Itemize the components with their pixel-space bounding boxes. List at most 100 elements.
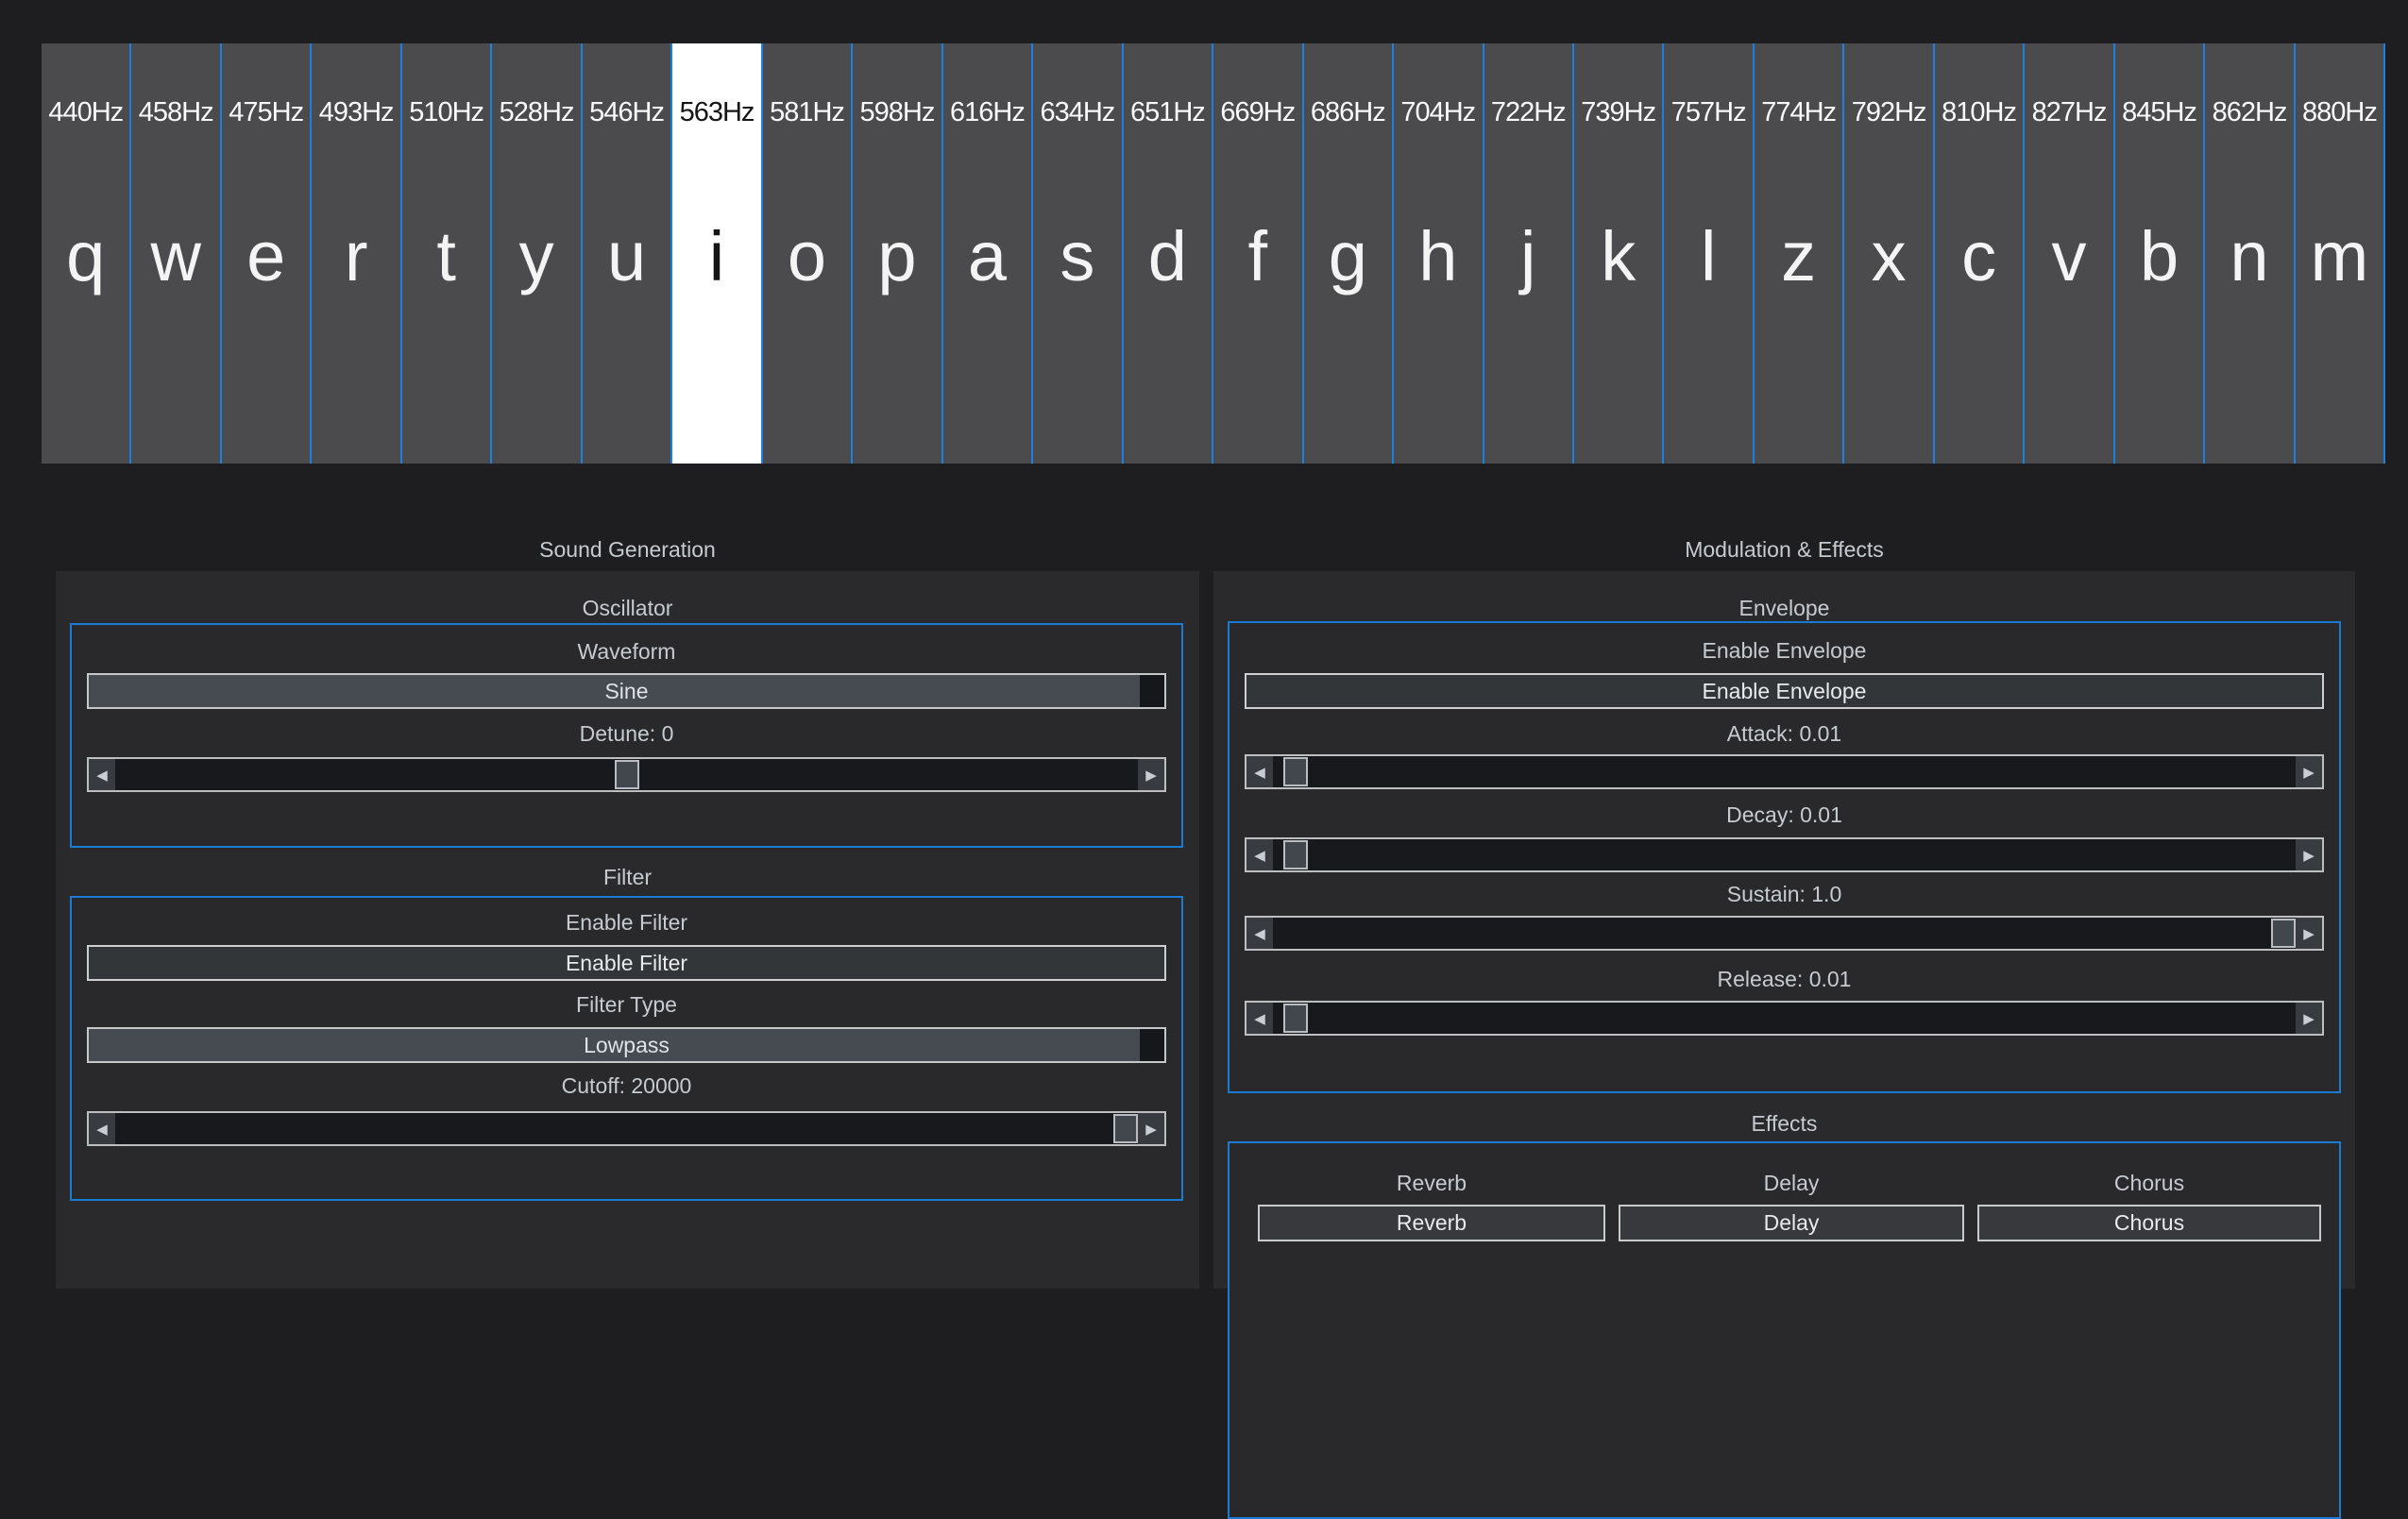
enable-filter-button[interactable]: Enable Filter xyxy=(87,945,1166,981)
key-frequency-label: 774Hz xyxy=(1749,97,1848,127)
key-letter: w xyxy=(131,217,219,296)
key-p[interactable]: 598Hzp xyxy=(853,43,942,464)
key-frequency-label: 634Hz xyxy=(1027,97,1127,127)
key-letter: r xyxy=(312,217,399,296)
slider-left-arrow-button[interactable]: ◀ xyxy=(1246,1003,1273,1034)
filter-type-select[interactable]: Lowpass xyxy=(87,1027,1166,1063)
key-frequency-label: 616Hz xyxy=(938,97,1037,127)
key-letter: d xyxy=(1124,217,1212,296)
key-letter: u xyxy=(583,217,670,296)
key-b[interactable]: 845Hzb xyxy=(2115,43,2205,464)
keyboard: 440Hzq458Hzw475Hze493Hzr510Hzt528Hzy546H… xyxy=(42,43,2385,464)
enable-envelope-button[interactable]: Enable Envelope xyxy=(1245,673,2324,709)
chorus-label: Chorus xyxy=(1977,1171,2321,1195)
slider-track[interactable] xyxy=(1273,839,2296,870)
key-frequency-label: 880Hz xyxy=(2290,97,2389,127)
key-letter: c xyxy=(1935,217,2023,296)
dropdown-arrow-area[interactable] xyxy=(1140,675,1164,707)
envelope-group-title: Envelope xyxy=(1213,596,2355,620)
slider-thumb[interactable] xyxy=(2271,919,2296,948)
key-frequency-label: 598Hz xyxy=(847,97,946,127)
slider-thumb[interactable] xyxy=(615,760,639,789)
key-n[interactable]: 862Hzn xyxy=(2205,43,2295,464)
waveform-select[interactable]: Sine xyxy=(87,673,1166,709)
slider-right-arrow-button[interactable]: ▶ xyxy=(2296,1003,2322,1034)
slider-thumb[interactable] xyxy=(1283,1004,1308,1033)
key-r[interactable]: 493Hzr xyxy=(312,43,401,464)
detune-slider[interactable]: ◀ ▶ xyxy=(87,757,1166,792)
delay-button[interactable]: Delay xyxy=(1619,1205,1964,1241)
key-i[interactable]: 563Hzi xyxy=(672,43,762,464)
key-letter: l xyxy=(1664,217,1752,296)
slider-track[interactable] xyxy=(1273,756,2296,787)
key-letter: s xyxy=(1033,217,1121,296)
key-frequency-label: 493Hz xyxy=(306,97,405,127)
key-c[interactable]: 810Hzc xyxy=(1935,43,2025,464)
envelope-group: Enable Envelope Enable Envelope Attack: … xyxy=(1228,621,2341,1093)
slider-right-arrow-button[interactable]: ▶ xyxy=(2296,839,2322,870)
key-frequency-label: 440Hz xyxy=(36,97,135,127)
slider-right-arrow-button[interactable]: ▶ xyxy=(1138,759,1164,790)
key-x[interactable]: 792Hzx xyxy=(1844,43,1934,464)
slider-right-arrow-button[interactable]: ▶ xyxy=(1138,1113,1164,1144)
slider-left-arrow-button[interactable]: ◀ xyxy=(1246,756,1273,787)
key-h[interactable]: 704Hzh xyxy=(1394,43,1484,464)
slider-left-arrow-button[interactable]: ◀ xyxy=(1246,918,1273,949)
slider-left-arrow-button[interactable]: ◀ xyxy=(1246,839,1273,870)
modulation-effects-panel: Envelope Enable Envelope Enable Envelope… xyxy=(1213,571,2355,1289)
slider-thumb[interactable] xyxy=(1113,1114,1138,1143)
key-j[interactable]: 722Hzj xyxy=(1484,43,1574,464)
key-frequency-label: 546Hz xyxy=(577,97,676,127)
dropdown-arrow-area[interactable] xyxy=(1140,1029,1164,1061)
sustain-slider[interactable]: ◀ ▶ xyxy=(1245,916,2324,951)
key-a[interactable]: 616Hza xyxy=(943,43,1033,464)
enable-filter-label: Enable Filter xyxy=(72,910,1181,935)
key-d[interactable]: 651Hzd xyxy=(1124,43,1213,464)
slider-track[interactable] xyxy=(1273,918,2296,949)
slider-left-arrow-button[interactable]: ◀ xyxy=(89,1113,115,1144)
slider-thumb[interactable] xyxy=(1283,840,1308,869)
oscillator-group-title: Oscillator xyxy=(56,596,1199,620)
modulation-effects-title: Modulation & Effects xyxy=(1213,537,2355,562)
key-s[interactable]: 634Hzs xyxy=(1033,43,1123,464)
key-letter: f xyxy=(1213,217,1301,296)
release-label: Release: 0.01 xyxy=(1229,967,2339,991)
key-m[interactable]: 880Hzm xyxy=(2296,43,2385,464)
key-w[interactable]: 458Hzw xyxy=(131,43,221,464)
key-frequency-label: 845Hz xyxy=(2110,97,2209,127)
reverb-button[interactable]: Reverb xyxy=(1258,1205,1605,1241)
slider-track[interactable] xyxy=(1273,1003,2296,1034)
key-v[interactable]: 827Hzv xyxy=(2025,43,2114,464)
key-y[interactable]: 528Hzy xyxy=(492,43,582,464)
key-k[interactable]: 739Hzk xyxy=(1574,43,1664,464)
key-frequency-label: 827Hz xyxy=(2019,97,2118,127)
key-f[interactable]: 669Hzf xyxy=(1213,43,1303,464)
key-o[interactable]: 581Hzo xyxy=(763,43,853,464)
key-frequency-label: 651Hz xyxy=(1118,97,1217,127)
key-frequency-label: 563Hz xyxy=(667,97,766,127)
slider-right-arrow-button[interactable]: ▶ xyxy=(2296,918,2322,949)
slider-thumb[interactable] xyxy=(1283,757,1308,786)
slider-right-arrow-button[interactable]: ▶ xyxy=(2296,756,2322,787)
attack-slider[interactable]: ◀ ▶ xyxy=(1245,754,2324,789)
key-q[interactable]: 440Hzq xyxy=(42,43,131,464)
key-u[interactable]: 546Hzu xyxy=(583,43,672,464)
slider-track[interactable] xyxy=(115,759,1138,790)
key-letter: j xyxy=(1484,217,1572,296)
decay-slider[interactable]: ◀ ▶ xyxy=(1245,837,2324,872)
sustain-label: Sustain: 1.0 xyxy=(1229,882,2339,906)
filter-group: Enable Filter Enable Filter Filter Type … xyxy=(70,896,1183,1201)
key-e[interactable]: 475Hze xyxy=(222,43,312,464)
key-l[interactable]: 757Hzl xyxy=(1664,43,1754,464)
key-g[interactable]: 686Hzg xyxy=(1304,43,1394,464)
slider-track[interactable] xyxy=(115,1113,1138,1144)
key-letter: i xyxy=(672,217,760,296)
key-t[interactable]: 510Hzt xyxy=(402,43,492,464)
cutoff-slider[interactable]: ◀ ▶ xyxy=(87,1111,1166,1146)
key-letter: p xyxy=(853,217,941,296)
chorus-button[interactable]: Chorus xyxy=(1977,1205,2321,1241)
release-slider[interactable]: ◀ ▶ xyxy=(1245,1001,2324,1036)
slider-left-arrow-button[interactable]: ◀ xyxy=(89,759,115,790)
reverb-label: Reverb xyxy=(1258,1171,1605,1195)
key-z[interactable]: 774Hzz xyxy=(1755,43,1844,464)
